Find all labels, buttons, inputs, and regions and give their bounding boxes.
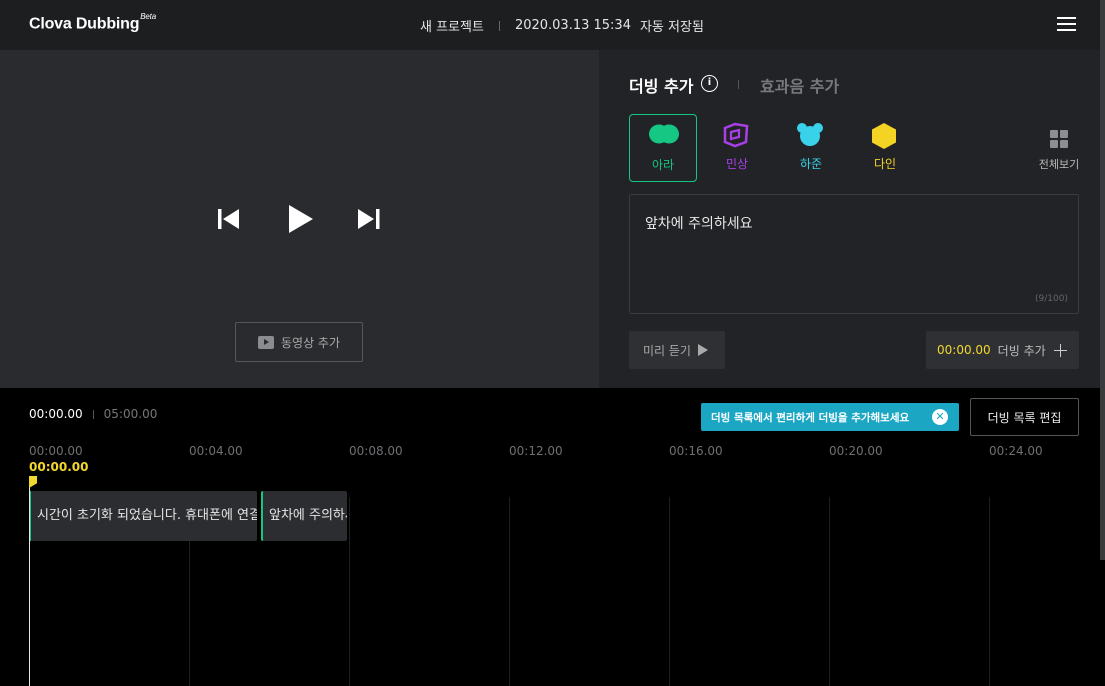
ruler-label: 00:12.00: [509, 444, 563, 458]
skip-next-icon[interactable]: [358, 209, 380, 229]
timeline-clip[interactable]: 시간이 초기화 되었습니다. 휴대폰에 연결해주세요: [29, 491, 257, 541]
add-dub-time: 00:00.00: [937, 343, 991, 357]
scrollbar[interactable]: [1100, 0, 1105, 560]
close-icon[interactable]: ✕: [932, 409, 948, 425]
divider: [498, 20, 500, 31]
add-video-button[interactable]: 동영상 추가: [235, 322, 363, 362]
plus-icon: [1053, 343, 1067, 357]
tooltip-banner: 더빙 목록에서 편리하게 더빙을 추가해보세요 ✕: [701, 403, 959, 431]
video-preview: 동영상 추가: [0, 50, 599, 388]
tab-add-sound-effect[interactable]: 효과음 추가: [760, 73, 839, 97]
project-name[interactable]: 새 프로젝트: [420, 16, 484, 35]
add-video-label: 동영상 추가: [280, 335, 340, 350]
save-status: 자동 저장됨: [639, 20, 704, 35]
edit-dubbing-list-button[interactable]: 더빙 목록 편집: [970, 398, 1079, 436]
ruler-label: 00:08.00: [349, 444, 403, 458]
voice-name: 민상: [725, 157, 749, 171]
voice-ara[interactable]: 아라: [629, 114, 697, 182]
total-time: 05:00.00: [103, 407, 158, 421]
project-datetime: 2020.03.13 15:34: [514, 18, 631, 33]
voice-dain[interactable]: 다인: [851, 114, 919, 182]
add-dubbing-button[interactable]: 00:00.00 더빙 추가: [926, 331, 1079, 369]
preview-label: 미리 듣기: [643, 343, 691, 358]
voice-hajun-icon: [797, 123, 823, 146]
project-info: 새 프로젝트 2020.03.13 15:34 자동 저장됨: [420, 16, 704, 35]
preview-button[interactable]: 미리 듣기: [629, 331, 725, 369]
timeline-time: 00:00.00 05:00.00: [29, 407, 157, 421]
grid-line: [669, 497, 670, 686]
voice-hajun[interactable]: 하준: [777, 114, 845, 182]
app-logo[interactable]: Clova DubbingBeta: [29, 12, 156, 33]
tab-add-dubbing[interactable]: 더빙 추가: [629, 73, 693, 97]
playhead-line: [29, 480, 30, 686]
voice-dain-icon: [872, 123, 896, 149]
grid-line: [829, 497, 830, 686]
ruler-label: 00:04.00: [189, 444, 243, 458]
view-all-label: 전체보기: [1038, 158, 1080, 171]
voice-name: 다인: [873, 157, 897, 171]
add-dub-label: 더빙 추가: [997, 343, 1046, 358]
skip-previous-icon[interactable]: [218, 209, 240, 229]
ruler-label: 00:00.00: [29, 444, 83, 458]
dubbing-text-value: 앞차에 주의하세요: [645, 216, 753, 232]
voice-ara-icon: [649, 124, 679, 144]
tooltip-text: 더빙 목록에서 편리하게 더빙을 추가해보세요: [711, 411, 910, 424]
divider: [92, 409, 94, 419]
tab-divider: [738, 80, 739, 89]
voice-name: 하준: [799, 157, 823, 171]
beta-badge: Beta: [140, 12, 156, 21]
video-icon: [257, 335, 274, 349]
voice-name: 아라: [651, 158, 675, 172]
voice-minsang[interactable]: 민상: [703, 114, 771, 182]
play-icon[interactable]: [289, 205, 313, 233]
hamburger-icon[interactable]: [1057, 17, 1076, 32]
current-time: 00:00.00: [29, 407, 83, 421]
ruler-label: 00:20.00: [829, 444, 883, 458]
voice-minsang-icon: [723, 122, 749, 148]
ruler-label: 00:24.00: [989, 444, 1043, 458]
app-name: Clova Dubbing: [29, 15, 140, 33]
timeline-clip[interactable]: 앞차에 주의하세요: [261, 491, 347, 541]
char-count: (9/100): [1035, 294, 1068, 304]
info-icon[interactable]: i: [701, 75, 718, 92]
ruler-label: 00:16.00: [669, 444, 723, 458]
app-header: Clova DubbingBeta 새 프로젝트 2020.03.13 15:3…: [0, 0, 1105, 50]
playhead-handle[interactable]: [29, 476, 37, 488]
grid-line: [989, 497, 990, 686]
dubbing-panel: 더빙 추가 i 효과음 추가 아라 민상 하준 다인 전체보기 앞차에 주의하세…: [599, 50, 1105, 388]
dubbing-text-input[interactable]: 앞차에 주의하세요 (9/100): [629, 194, 1079, 314]
grid-line: [349, 497, 350, 686]
view-all-voices-button[interactable]: 전체보기: [1037, 128, 1081, 172]
playhead-time: 00:00.00: [29, 460, 89, 474]
grid-line: [509, 497, 510, 686]
grid-icon: [1050, 130, 1068, 148]
play-icon: [697, 344, 708, 356]
